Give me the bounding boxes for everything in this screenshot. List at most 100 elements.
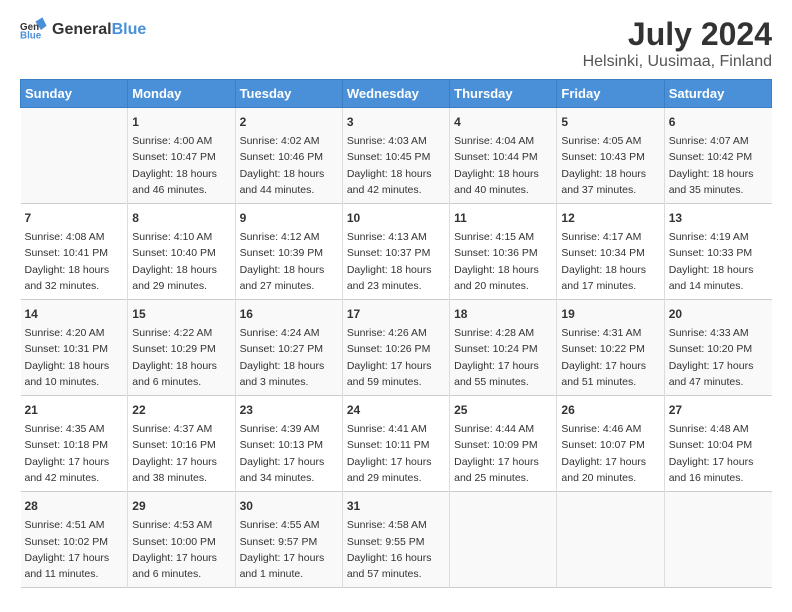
logo-general-text: General xyxy=(52,21,112,38)
calendar-cell: 19 Sunrise: 4:31 AM Sunset: 10:22 PM Dayl… xyxy=(557,300,664,396)
calendar-table: SundayMondayTuesdayWednesdayThursdayFrid… xyxy=(20,79,772,588)
day-number: 25 xyxy=(454,401,552,419)
day-number: 18 xyxy=(454,305,552,323)
logo-blue-text: Blue xyxy=(112,21,147,38)
day-number: 26 xyxy=(561,401,659,419)
calendar-cell: 21 Sunrise: 4:35 AM Sunset: 10:18 PM Dayl… xyxy=(21,396,128,492)
day-info: Sunrise: 4:00 AM Sunset: 10:47 PM Daylig… xyxy=(132,133,230,198)
calendar-cell: 5 Sunrise: 4:05 AM Sunset: 10:43 PM Dayli… xyxy=(557,108,664,204)
day-info: Sunrise: 4:33 AM Sunset: 10:20 PM Daylig… xyxy=(669,325,768,390)
weekday-header-friday: Friday xyxy=(557,80,664,108)
calendar-cell: 10 Sunrise: 4:13 AM Sunset: 10:37 PM Dayl… xyxy=(342,204,449,300)
day-info: Sunrise: 4:12 AM Sunset: 10:39 PM Daylig… xyxy=(240,229,338,294)
calendar-cell: 18 Sunrise: 4:28 AM Sunset: 10:24 PM Dayl… xyxy=(450,300,557,396)
day-number: 22 xyxy=(132,401,230,419)
day-info: Sunrise: 4:35 AM Sunset: 10:18 PM Daylig… xyxy=(25,421,124,486)
day-number: 15 xyxy=(132,305,230,323)
calendar-cell: 25 Sunrise: 4:44 AM Sunset: 10:09 PM Dayl… xyxy=(450,396,557,492)
day-number: 17 xyxy=(347,305,445,323)
day-number: 4 xyxy=(454,113,552,131)
day-number: 20 xyxy=(669,305,768,323)
day-info: Sunrise: 4:37 AM Sunset: 10:16 PM Daylig… xyxy=(132,421,230,486)
day-info: Sunrise: 4:48 AM Sunset: 10:04 PM Daylig… xyxy=(669,421,768,486)
day-info: Sunrise: 4:46 AM Sunset: 10:07 PM Daylig… xyxy=(561,421,659,486)
day-info: Sunrise: 4:41 AM Sunset: 10:11 PM Daylig… xyxy=(347,421,445,486)
day-info: Sunrise: 4:15 AM Sunset: 10:36 PM Daylig… xyxy=(454,229,552,294)
day-number: 10 xyxy=(347,209,445,227)
title-area: July 2024 Helsinki, Uusimaa, Finland xyxy=(583,16,772,71)
day-info: Sunrise: 4:13 AM Sunset: 10:37 PM Daylig… xyxy=(347,229,445,294)
day-info: Sunrise: 4:03 AM Sunset: 10:45 PM Daylig… xyxy=(347,133,445,198)
calendar-week-row: 21 Sunrise: 4:35 AM Sunset: 10:18 PM Dayl… xyxy=(21,396,772,492)
calendar-cell: 26 Sunrise: 4:46 AM Sunset: 10:07 PM Dayl… xyxy=(557,396,664,492)
calendar-week-row: 7 Sunrise: 4:08 AM Sunset: 10:41 PM Dayli… xyxy=(21,204,772,300)
day-info: Sunrise: 4:44 AM Sunset: 10:09 PM Daylig… xyxy=(454,421,552,486)
day-number: 24 xyxy=(347,401,445,419)
day-info: Sunrise: 4:31 AM Sunset: 10:22 PM Daylig… xyxy=(561,325,659,390)
calendar-subtitle: Helsinki, Uusimaa, Finland xyxy=(583,53,772,71)
day-number: 13 xyxy=(669,209,768,227)
day-number: 30 xyxy=(240,497,338,515)
calendar-cell: 16Sunrise: 4:24 AM Sunset: 10:27 PM Dayl… xyxy=(235,300,342,396)
day-info: Sunrise: 4:51 AM Sunset: 10:02 PM Daylig… xyxy=(25,517,124,582)
calendar-cell: 31 Sunrise: 4:58 AM Sunset: 9:55 PM Dayli… xyxy=(342,492,449,588)
day-number: 3 xyxy=(347,113,445,131)
weekday-header-monday: Monday xyxy=(128,80,235,108)
logo-icon: Gen Blue xyxy=(20,16,48,44)
day-info: Sunrise: 4:55 AM Sunset: 9:57 PM Dayligh… xyxy=(240,517,338,582)
weekday-header-saturday: Saturday xyxy=(664,80,771,108)
day-number: 14 xyxy=(25,305,124,323)
calendar-cell: 7 Sunrise: 4:08 AM Sunset: 10:41 PM Dayli… xyxy=(21,204,128,300)
calendar-cell: 28Sunrise: 4:51 AM Sunset: 10:02 PM Dayl… xyxy=(21,492,128,588)
calendar-cell: 24 Sunrise: 4:41 AM Sunset: 10:11 PM Dayl… xyxy=(342,396,449,492)
day-number: 21 xyxy=(25,401,124,419)
calendar-cell: 2Sunrise: 4:02 AM Sunset: 10:46 PM Dayli… xyxy=(235,108,342,204)
day-info: Sunrise: 4:26 AM Sunset: 10:26 PM Daylig… xyxy=(347,325,445,390)
day-number: 19 xyxy=(561,305,659,323)
day-number: 23 xyxy=(240,401,338,419)
day-number: 31 xyxy=(347,497,445,515)
calendar-cell: 9 Sunrise: 4:12 AM Sunset: 10:39 PM Dayli… xyxy=(235,204,342,300)
svg-text:Blue: Blue xyxy=(20,30,42,41)
day-number: 2 xyxy=(240,113,338,131)
calendar-week-row: 14 Sunrise: 4:20 AM Sunset: 10:31 PM Dayl… xyxy=(21,300,772,396)
calendar-cell xyxy=(21,108,128,204)
day-number: 16 xyxy=(240,305,338,323)
calendar-cell: 3 Sunrise: 4:03 AM Sunset: 10:45 PM Dayli… xyxy=(342,108,449,204)
weekday-header-thursday: Thursday xyxy=(450,80,557,108)
day-info: Sunrise: 4:28 AM Sunset: 10:24 PM Daylig… xyxy=(454,325,552,390)
calendar-cell: 29Sunrise: 4:53 AM Sunset: 10:00 PM Dayl… xyxy=(128,492,235,588)
day-number: 6 xyxy=(669,113,768,131)
day-info: Sunrise: 4:19 AM Sunset: 10:33 PM Daylig… xyxy=(669,229,768,294)
day-info: Sunrise: 4:17 AM Sunset: 10:34 PM Daylig… xyxy=(561,229,659,294)
weekday-header-tuesday: Tuesday xyxy=(235,80,342,108)
calendar-cell: 11Sunrise: 4:15 AM Sunset: 10:36 PM Dayl… xyxy=(450,204,557,300)
calendar-cell: 4 Sunrise: 4:04 AM Sunset: 10:44 PM Dayli… xyxy=(450,108,557,204)
calendar-title: July 2024 xyxy=(583,16,772,53)
calendar-body: 1 Sunrise: 4:00 AM Sunset: 10:47 PM Dayli… xyxy=(21,108,772,588)
day-info: Sunrise: 4:58 AM Sunset: 9:55 PM Dayligh… xyxy=(347,517,445,582)
day-number: 5 xyxy=(561,113,659,131)
day-info: Sunrise: 4:39 AM Sunset: 10:13 PM Daylig… xyxy=(240,421,338,486)
calendar-cell: 8Sunrise: 4:10 AM Sunset: 10:40 PM Dayli… xyxy=(128,204,235,300)
day-info: Sunrise: 4:53 AM Sunset: 10:00 PM Daylig… xyxy=(132,517,230,582)
day-info: Sunrise: 4:04 AM Sunset: 10:44 PM Daylig… xyxy=(454,133,552,198)
calendar-cell: 14 Sunrise: 4:20 AM Sunset: 10:31 PM Dayl… xyxy=(21,300,128,396)
day-number: 7 xyxy=(25,209,124,227)
day-number: 9 xyxy=(240,209,338,227)
day-number: 12 xyxy=(561,209,659,227)
day-number: 1 xyxy=(132,113,230,131)
calendar-cell: 1 Sunrise: 4:00 AM Sunset: 10:47 PM Dayli… xyxy=(128,108,235,204)
calendar-cell: 12 Sunrise: 4:17 AM Sunset: 10:34 PM Dayl… xyxy=(557,204,664,300)
calendar-cell: 22 Sunrise: 4:37 AM Sunset: 10:16 PM Dayl… xyxy=(128,396,235,492)
day-number: 27 xyxy=(669,401,768,419)
day-info: Sunrise: 4:10 AM Sunset: 10:40 PM Daylig… xyxy=(132,229,230,294)
day-info: Sunrise: 4:08 AM Sunset: 10:41 PM Daylig… xyxy=(25,229,124,294)
weekday-header-sunday: Sunday xyxy=(21,80,128,108)
calendar-week-row: 28Sunrise: 4:51 AM Sunset: 10:02 PM Dayl… xyxy=(21,492,772,588)
calendar-cell xyxy=(557,492,664,588)
calendar-cell xyxy=(664,492,771,588)
day-info: Sunrise: 4:05 AM Sunset: 10:43 PM Daylig… xyxy=(561,133,659,198)
day-info: Sunrise: 4:20 AM Sunset: 10:31 PM Daylig… xyxy=(25,325,124,390)
day-info: Sunrise: 4:07 AM Sunset: 10:42 PM Daylig… xyxy=(669,133,768,198)
